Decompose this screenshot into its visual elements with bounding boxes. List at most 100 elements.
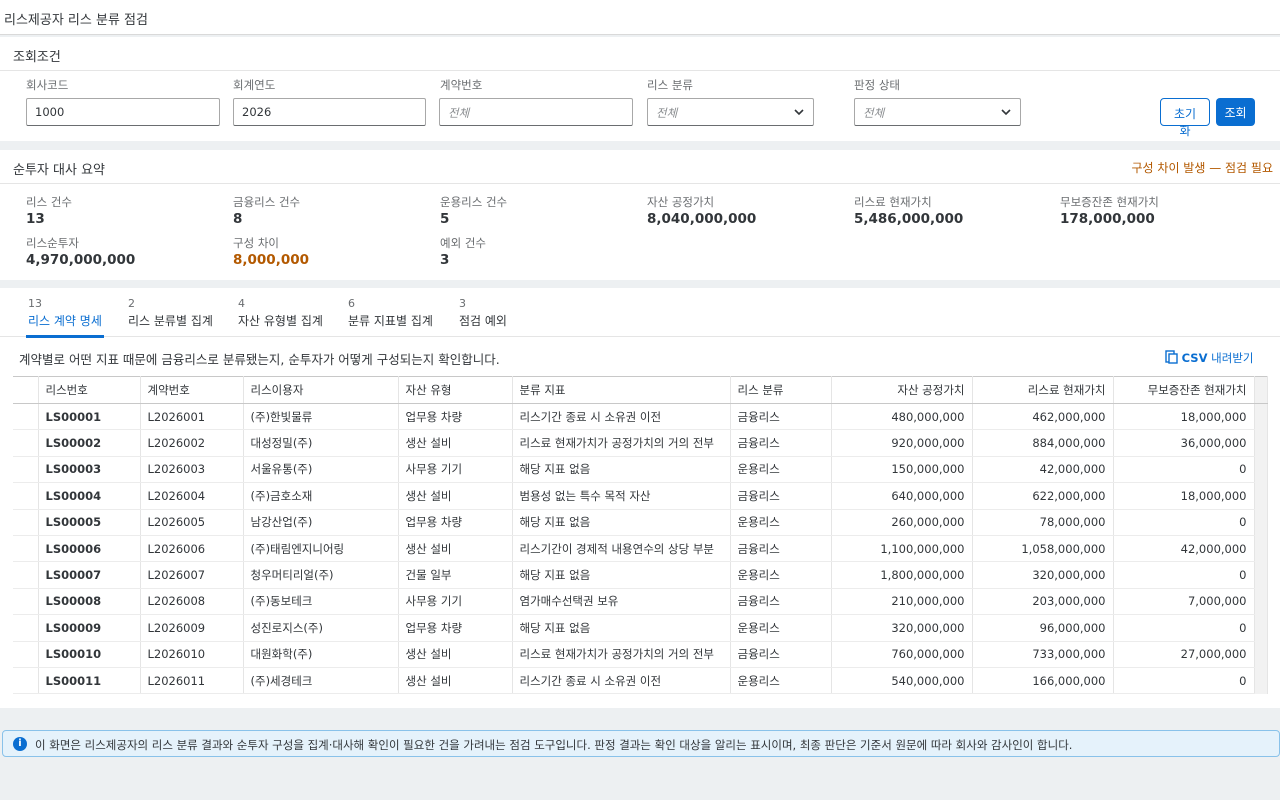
company-code-label: 회사코드 xyxy=(26,78,69,92)
summary-label: 운용리스 건수 xyxy=(440,195,508,209)
summary-value-warning: 8,000,000 xyxy=(233,252,310,268)
table-cell: LS00002 xyxy=(38,429,141,457)
table-row[interactable]: LS00008 L2026008 (주)동보테크 사무용 기기 염가매수선택권 보유 금융… xyxy=(13,588,1268,616)
tab-by-indicator[interactable]: 6 분류 지표별 집계 xyxy=(348,297,433,329)
scrollbar-gutter xyxy=(1254,667,1268,694)
lease-class-select[interactable]: 전체 xyxy=(647,98,814,126)
tab-by-lease-class[interactable]: 2 리스 분류별 집계 xyxy=(128,297,213,329)
table-row[interactable]: LS00002 L2026002 대성정밀(주) 생산 설비 리스료 현재가치가 공정가… xyxy=(13,429,1268,457)
company-code-input[interactable]: 1000 xyxy=(26,98,220,126)
tab-label: 자산 유형별 집계 xyxy=(238,314,323,328)
table-cell: 생산 설비 xyxy=(398,429,513,457)
tab-exceptions[interactable]: 3 점검 예외 xyxy=(459,297,507,329)
table-cell: 78,000,000 xyxy=(972,509,1114,536)
table-cell: 18,000,000 xyxy=(1113,482,1255,510)
table-row[interactable]: LS00007 L2026007 청우머티리얼(주) 건물 일부 해당 지표 없음 운용리… xyxy=(13,561,1268,589)
summary-label: 금융리스 건수 xyxy=(233,195,301,209)
table-cell: 대원화학(주) xyxy=(243,641,399,668)
reset-button[interactable]: 초기화 xyxy=(1160,98,1210,138)
table-cell: 27,000,000 xyxy=(1113,641,1255,668)
column-header[interactable]: 계약번호 xyxy=(140,376,244,404)
row-selector[interactable] xyxy=(13,403,39,431)
column-header[interactable]: 리스이용자 xyxy=(243,376,399,404)
table-cell: 금융리스 xyxy=(730,588,832,616)
table-cell: 청우머티리얼(주) xyxy=(243,561,399,589)
table-cell: LS00006 xyxy=(38,535,141,563)
info-icon: i xyxy=(13,737,27,751)
table-description: 계약별로 어떤 지표 때문에 금융리스로 분류됐는지, 순투자가 어떻게 구성되… xyxy=(19,352,500,367)
table-cell: 금융리스 xyxy=(730,641,832,668)
summary-title: 순투자 대사 요약 xyxy=(13,163,105,178)
table-cell: LS00003 xyxy=(38,456,141,484)
row-selector[interactable] xyxy=(13,482,39,510)
search-button[interactable]: 조회 xyxy=(1216,98,1255,126)
column-header[interactable]: 리스번호 xyxy=(38,376,141,404)
table-row[interactable]: LS00010 L2026010 대원화학(주) 생산 설비 리스료 현재가치가 공정가… xyxy=(13,641,1268,668)
judgment-status-value: 전체 xyxy=(863,106,885,120)
summary-label: 예외 건수 xyxy=(440,236,486,250)
table-cell: 리스료 현재가치가 공정가치의 거의 전부 xyxy=(512,641,731,668)
column-header[interactable]: 무보증잔존 현재가치 xyxy=(1113,376,1255,404)
table-row[interactable]: LS00004 L2026004 (주)금호소재 생산 설비 범용성 없는 특수 목적 … xyxy=(13,482,1268,510)
table-row[interactable]: LS00006 L2026006 (주)태림엔지니어링 생산 설비 리스기간이 경제적 … xyxy=(13,535,1268,563)
table-cell: 0 xyxy=(1113,614,1255,642)
row-selector[interactable] xyxy=(13,614,39,642)
column-header[interactable]: 자산 유형 xyxy=(398,376,513,404)
table-cell: LS00001 xyxy=(38,403,141,431)
table-row[interactable]: LS00011 L2026011 (주)세경테크 생산 설비 리스기간 종료 시 소유권… xyxy=(13,667,1268,695)
scrollbar-gutter xyxy=(1254,614,1268,642)
judgment-status-select[interactable]: 전체 xyxy=(854,98,1021,126)
column-header[interactable]: 리스료 현재가치 xyxy=(972,376,1114,404)
row-selector[interactable] xyxy=(13,535,39,563)
tab-label: 리스 계약 명세 xyxy=(28,314,102,328)
row-selector[interactable] xyxy=(13,588,39,616)
row-selector[interactable] xyxy=(13,429,39,457)
summary-value: 4,970,000,000 xyxy=(26,252,136,268)
table-cell: 320,000,000 xyxy=(972,561,1114,589)
table-cell: 금융리스 xyxy=(730,403,832,431)
table-cell: 0 xyxy=(1113,561,1255,589)
summary-value: 13 xyxy=(26,211,45,227)
table-cell: 리스료 현재가치가 공정가치의 거의 전부 xyxy=(512,429,731,457)
table-cell: 480,000,000 xyxy=(831,403,973,431)
table-cell: 남강산업(주) xyxy=(243,509,399,536)
lease-contract-table: 리스번호 계약번호 리스이용자 자산 유형 분류 지표 리스 분류 자산 공정가… xyxy=(13,376,1268,695)
contract-no-label: 계약번호 xyxy=(440,78,483,92)
table-cell: 업무용 차량 xyxy=(398,403,513,431)
csv-download-button[interactable]: CSV 내려받기 xyxy=(1165,350,1253,366)
table-row[interactable]: LS00003 L2026003 서울유통(주) 사무용 기기 해당 지표 없음 운용리스… xyxy=(13,456,1268,484)
lease-class-value: 전체 xyxy=(656,106,678,120)
contract-no-input[interactable]: 전체 xyxy=(439,98,633,126)
table-cell: 업무용 차량 xyxy=(398,614,513,642)
table-cell: 150,000,000 xyxy=(831,456,973,484)
table-cell: 0 xyxy=(1113,509,1255,536)
table-cell: 해당 지표 없음 xyxy=(512,561,731,589)
scrollbar-gutter xyxy=(1254,429,1268,457)
table-cell: 대성정밀(주) xyxy=(243,429,399,457)
column-header[interactable]: 분류 지표 xyxy=(512,376,731,404)
table-cell: 36,000,000 xyxy=(1113,429,1255,457)
active-tab-indicator xyxy=(26,335,104,338)
fiscal-year-input[interactable]: 2026 xyxy=(233,98,426,126)
summary-value: 178,000,000 xyxy=(1060,211,1155,227)
table-row[interactable]: LS00001 L2026001 (주)한빛물류 업무용 차량 리스기간 종료 시 소유… xyxy=(13,403,1268,431)
table-body: LS00001 L2026001 (주)한빛물류 업무용 차량 리스기간 종료 시 소유… xyxy=(13,403,1268,695)
tab-contract-details[interactable]: 13 리스 계약 명세 xyxy=(28,297,102,329)
tab-by-asset-type[interactable]: 4 자산 유형별 집계 xyxy=(238,297,323,329)
table-cell: 203,000,000 xyxy=(972,588,1114,616)
table-cell: 166,000,000 xyxy=(972,667,1114,695)
table-row[interactable]: LS00005 L2026005 남강산업(주) 업무용 차량 해당 지표 없음 운용리스… xyxy=(13,509,1268,536)
table-cell: L2026007 xyxy=(140,561,244,589)
row-selector[interactable] xyxy=(13,509,39,536)
table-cell: 리스기간 종료 시 소유권 이전 xyxy=(512,667,731,695)
table-cell: 금융리스 xyxy=(730,482,832,510)
row-selector[interactable] xyxy=(13,561,39,589)
column-header[interactable]: 자산 공정가치 xyxy=(831,376,973,404)
column-header[interactable]: 리스 분류 xyxy=(730,376,832,404)
row-selector[interactable] xyxy=(13,641,39,668)
chevron-down-icon xyxy=(1001,109,1011,116)
table-row[interactable]: LS00009 L2026009 성진로지스(주) 업무용 차량 해당 지표 없음 운용리… xyxy=(13,614,1268,642)
row-selector[interactable] xyxy=(13,456,39,484)
tab-count: 6 xyxy=(348,297,355,310)
row-selector[interactable] xyxy=(13,667,39,695)
